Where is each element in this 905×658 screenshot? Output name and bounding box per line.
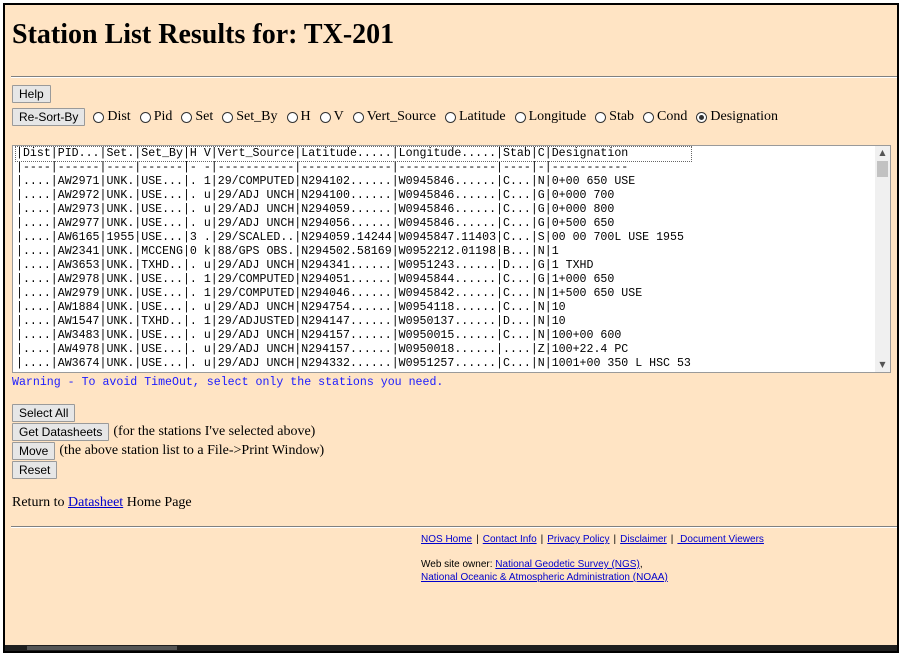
footer-link-contact-info[interactable]: Contact Info [483, 534, 537, 545]
list-item[interactable]: |....|AW2971|UNK.|USE...|. 1|29/COMPUTED… [16, 175, 691, 189]
list-item[interactable]: |....|AW1884|UNK.|USE...|. u|29/ADJ UNCH… [16, 301, 691, 315]
sort-option-set[interactable]: Set [181, 109, 213, 125]
sort-option-label: Cond [657, 109, 688, 124]
list-item: |----|------|----|------|- -|-----------… [16, 161, 629, 174]
radio-button[interactable] [93, 111, 105, 123]
list-item[interactable]: |....|AW4978|UNK.|USE...|. u|29/ADJ UNCH… [16, 343, 691, 357]
footer-separator: | [540, 534, 544, 545]
radio-button[interactable] [514, 111, 526, 123]
help-button[interactable]: Help [12, 85, 51, 103]
radio-button[interactable] [643, 111, 655, 123]
list-item[interactable]: |....|AW1547|UNK.|TXHD..|. 1|29/ADJUSTED… [16, 315, 691, 329]
footer-link-nos-home[interactable]: NOS Home [421, 534, 472, 545]
select-all-button[interactable]: Select All [12, 404, 76, 422]
radio-button[interactable] [696, 111, 708, 123]
sort-option-designation[interactable]: Designation [696, 109, 778, 125]
footer-divider [11, 526, 897, 528]
radio-button[interactable] [352, 111, 364, 123]
radio-button[interactable] [319, 111, 331, 123]
sort-options-row: Re-Sort-By Dist Pid Set Set_By H V Vert_Source… [12, 107, 787, 127]
radio-button[interactable] [444, 111, 456, 123]
sort-option-label: Set_By [236, 109, 278, 124]
listbox-scrollbar[interactable]: ▲ ▼ [875, 146, 890, 372]
radio-button[interactable] [181, 111, 193, 123]
sort-radio-group: Dist Pid Set Set_By H V Vert_Source Latitude Lon… [93, 109, 787, 125]
scroll-thumb[interactable] [877, 161, 888, 177]
sort-option-label: Vert_Source [366, 109, 436, 124]
resort-by-button[interactable]: Re-Sort-By [12, 108, 86, 126]
list-item[interactable]: |....|AW2978|UNK.|USE...|. 1|29/COMPUTED… [16, 273, 691, 287]
list-item[interactable]: |....|AW3674|UNK.|USE...|. u|29/ADJ UNCH… [16, 357, 691, 371]
footer-separator: | [670, 534, 674, 545]
return-prefix: Return to [12, 495, 65, 510]
station-listbox[interactable]: |Dist|PID...|Set.|Set_By|H V|Vert_Source… [12, 145, 891, 373]
page-title: Station List Results for: TX-201 [12, 19, 395, 50]
move-button[interactable]: Move [12, 442, 56, 460]
sort-option-latitude[interactable]: Latitude [444, 109, 506, 125]
sort-option-label: Pid [153, 109, 173, 124]
divider [11, 76, 897, 78]
station-lines: |Dist|PID...|Set.|Set_By|H V|Vert_Source… [15, 146, 692, 371]
sort-option-label: H [300, 109, 311, 124]
footer-links: NOS Home | Contact Info | Privacy Policy | Dis… [421, 534, 764, 545]
list-item[interactable]: |....|AW3653|UNK.|TXHD..|. u|29/ADJ UNCH… [16, 259, 691, 273]
radio-button[interactable] [222, 111, 234, 123]
scroll-down-icon[interactable]: ▼ [875, 358, 890, 372]
list-item[interactable]: |....|AW2979|UNK.|USE...|. 1|29/COMPUTED… [16, 287, 691, 301]
sort-option-label: Set [195, 109, 214, 124]
sort-option-label: Stab [609, 109, 635, 124]
sort-option-label: V [333, 109, 344, 124]
move-note: (the above station list to a File->Print… [59, 443, 325, 458]
sort-option-label: Latitude [458, 109, 506, 124]
sort-option-label: Longitude [528, 109, 587, 124]
list-item[interactable]: |....|AW2973|UNK.|USE...|. u|29/ADJ UNCH… [16, 203, 691, 217]
sort-option-set-by[interactable]: Set_By [222, 109, 278, 125]
scroll-up-icon[interactable]: ▲ [875, 146, 890, 160]
sort-option-cond[interactable]: Cond [643, 109, 687, 125]
get-datasheets-row: Get Datasheets (for the stations I've se… [12, 423, 315, 441]
radio-button[interactable] [286, 111, 298, 123]
radio-button[interactable] [139, 111, 151, 123]
reset-row: Reset [12, 461, 61, 479]
footer-link-privacy-policy[interactable]: Privacy Policy [547, 534, 609, 545]
sort-option-longitude[interactable]: Longitude [514, 109, 587, 125]
footer-link-document-viewers[interactable]: Document Viewers [677, 534, 764, 545]
datasheet-link[interactable]: Datasheet [68, 495, 123, 510]
get-datasheets-button[interactable]: Get Datasheets [12, 423, 110, 441]
sort-option-h[interactable]: H [286, 109, 311, 125]
timeout-warning: Warning - To avoid TimeOut, select only … [12, 376, 444, 389]
reset-button[interactable]: Reset [12, 461, 58, 479]
sort-option-dist[interactable]: Dist [93, 109, 131, 125]
window-horizontal-scrollbar[interactable] [5, 645, 897, 651]
get-datasheets-note: (for the stations I've selected above) [113, 424, 316, 439]
sort-option-label: Dist [107, 109, 131, 124]
footer-separator: | [613, 534, 617, 545]
select-all-row: Select All [12, 404, 79, 422]
site-owner: Web site owner: National Geodetic Survey… [421, 558, 668, 584]
footer-link-disclaimer[interactable]: Disclaimer [620, 534, 667, 545]
list-item[interactable]: |....|AW2341|UNK.|MCCENG|0 k|88/GPS OBS.… [16, 245, 691, 259]
list-item[interactable]: |....|AW6165|1955|USE...|3 .|29/SCALED..… [16, 231, 691, 245]
list-item[interactable]: |....|AW2977|UNK.|USE...|. u|29/ADJ UNCH… [16, 217, 691, 231]
return-suffix: Home Page [126, 495, 192, 510]
owner-label: Web site owner: [421, 559, 493, 570]
sort-option-label: Designation [710, 109, 779, 124]
ngs-link[interactable]: National Geodetic Survey (NGS) [495, 559, 640, 570]
owner-comma: , [639, 559, 643, 570]
return-line: Return to Datasheet Home Page [12, 495, 192, 511]
noaa-link[interactable]: National Oceanic & Atmospheric Administr… [421, 572, 668, 583]
radio-button[interactable] [595, 111, 607, 123]
list-header-line: |Dist|PID...|Set.|Set_By|H V|Vert_Source… [15, 146, 692, 162]
sort-option-vert-source[interactable]: Vert_Source [352, 109, 436, 125]
list-item[interactable]: |....|AW2972|UNK.|USE...|. u|29/ADJ UNCH… [16, 189, 691, 203]
move-row: Move (the above station list to a File->… [12, 442, 324, 460]
page-frame: Station List Results for: TX-201 Help Re… [3, 3, 899, 653]
sort-option-v[interactable]: V [319, 109, 344, 125]
sort-option-stab[interactable]: Stab [595, 109, 634, 125]
footer-separator: | [476, 534, 479, 545]
horizontal-scroll-thumb[interactable] [27, 646, 177, 650]
sort-option-pid[interactable]: Pid [139, 109, 173, 125]
list-item[interactable]: |....|AW3483|UNK.|USE...|. u|29/ADJ UNCH… [16, 329, 691, 343]
